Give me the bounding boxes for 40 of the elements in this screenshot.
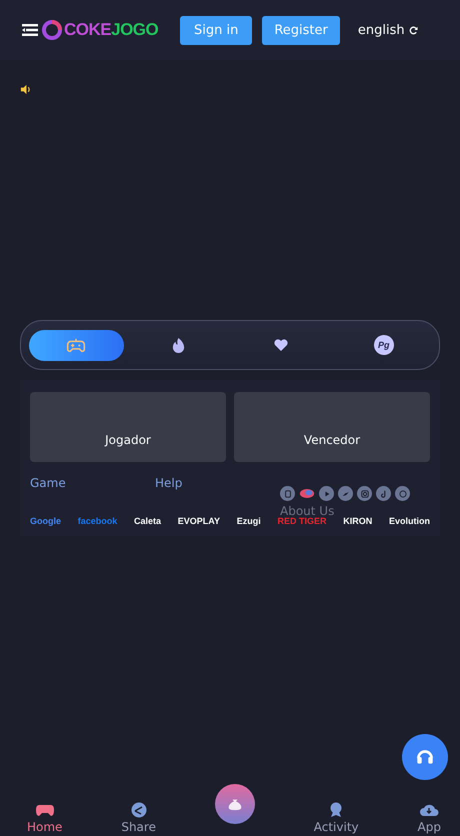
partner-logo: RED TIGER	[277, 516, 326, 526]
partner-logo: EVOPLAY	[178, 516, 220, 526]
ranking-card[interactable]: Vencedor	[234, 392, 430, 462]
refresh-icon	[408, 26, 418, 34]
share-icon	[128, 802, 149, 818]
card-title: Jogador	[105, 433, 151, 447]
partner-logo: Caleta	[134, 516, 162, 526]
pg-badge: Pg	[374, 335, 394, 355]
partner-logo: facebook	[78, 516, 118, 526]
balloon-icon[interactable]	[299, 487, 315, 500]
logo-swirl-icon	[42, 20, 62, 40]
menu-icon[interactable]	[22, 24, 38, 36]
partner-logo: Evolution	[388, 516, 430, 526]
ranking-card[interactable]: Jogador	[30, 392, 226, 462]
footer-link[interactable]: Help	[155, 476, 280, 490]
nav-tab[interactable]: Activity	[314, 802, 359, 834]
partner-logo: Google	[30, 516, 61, 526]
nav-tab[interactable]: Home	[27, 802, 62, 834]
flame-icon	[171, 336, 186, 354]
category-tab[interactable]	[29, 330, 124, 360]
about-link[interactable]: About Us	[280, 504, 334, 518]
money-bag-button[interactable]	[214, 784, 255, 824]
footer-link[interactable]: Game	[30, 476, 155, 490]
logo-text[interactable]: COKEJOGO	[64, 20, 158, 40]
nav-tab[interactable]: App	[418, 802, 441, 834]
cloud-download-icon	[419, 802, 440, 818]
category-tab[interactable]: Pg	[336, 330, 431, 360]
support-button[interactable]	[402, 734, 448, 780]
card-title: Vencedor	[304, 433, 360, 447]
gamepad-icon	[34, 802, 55, 818]
nav-tab[interactable]: Share	[121, 802, 156, 834]
language-button[interactable]: english	[358, 22, 418, 38]
gamepad-icon	[66, 336, 86, 354]
speaker-icon[interactable]	[20, 84, 31, 95]
partner-logo: Ezugi	[236, 516, 261, 526]
heart-icon	[273, 338, 290, 352]
partner-logo: KIRON	[343, 516, 372, 526]
camera-icon[interactable]	[357, 486, 372, 501]
note-icon[interactable]	[376, 486, 391, 501]
play-icon[interactable]	[319, 486, 334, 501]
